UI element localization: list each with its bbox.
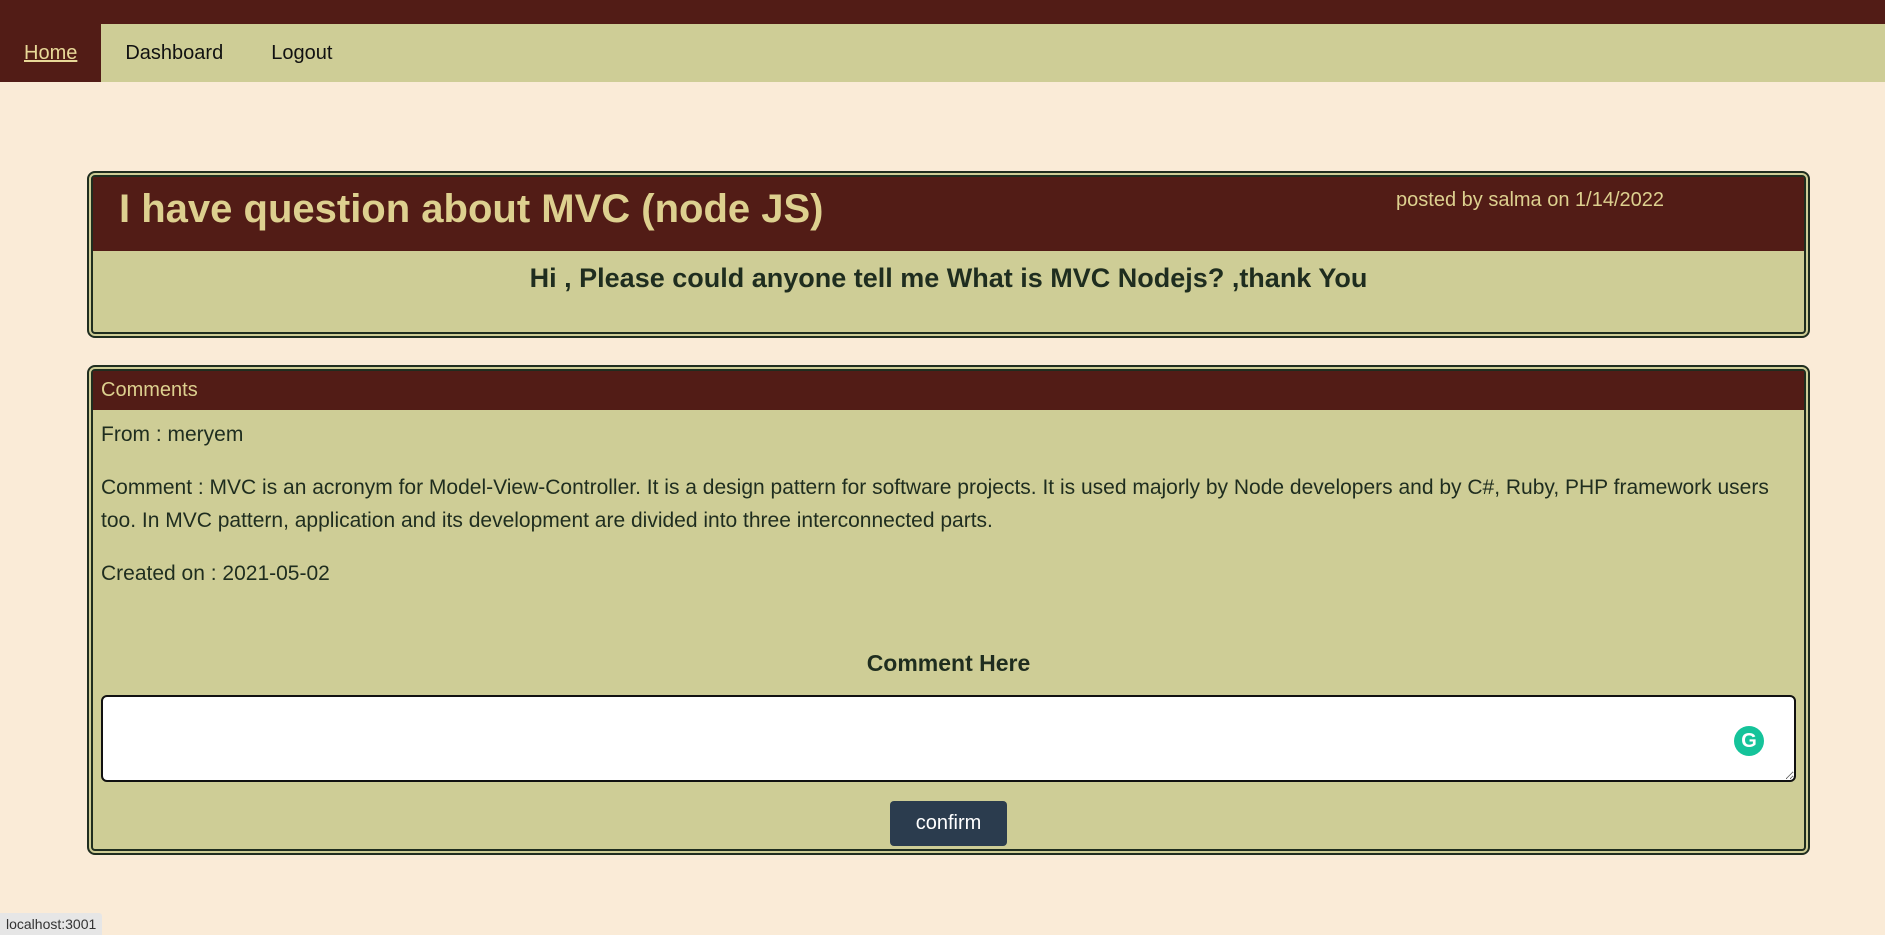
navbar: Home Dashboard Logout bbox=[0, 24, 1885, 82]
comment-item: From : meryem Comment : MVC is an acrony… bbox=[93, 418, 1804, 590]
grammarly-icon[interactable]: G bbox=[1734, 726, 1764, 756]
comment-author: From : meryem bbox=[101, 423, 244, 446]
status-bar-url: localhost:3001 bbox=[0, 913, 103, 935]
confirm-button[interactable]: confirm bbox=[890, 801, 1007, 846]
post-body: Hi , Please could anyone tell me What is… bbox=[529, 263, 1368, 293]
post-header: I have question about MVC (node JS) post… bbox=[93, 177, 1804, 251]
comment-date: Created on : 2021-05-02 bbox=[101, 562, 330, 585]
comment-text: Comment : MVC is an acronym for Model-Vi… bbox=[101, 476, 1769, 532]
post-card: I have question about MVC (node JS) post… bbox=[87, 171, 1810, 338]
comments-header: Comments bbox=[93, 371, 1804, 410]
comment-input-wrapper: G bbox=[101, 695, 1796, 787]
comment-textarea[interactable] bbox=[101, 695, 1796, 782]
post-meta: posted by salma on 1/14/2022 bbox=[1396, 189, 1664, 211]
nav-dashboard-link[interactable]: Dashboard bbox=[101, 24, 247, 82]
comment-form-label: Comment Here bbox=[866, 650, 1031, 676]
nav-logout-link[interactable]: Logout bbox=[247, 24, 356, 82]
post-title: I have question about MVC (node JS) bbox=[119, 187, 824, 231]
comments-card: Comments From : meryem Comment : MVC is … bbox=[87, 365, 1810, 855]
nav-home-link[interactable]: Home bbox=[0, 24, 102, 82]
top-strip bbox=[0, 0, 1885, 24]
